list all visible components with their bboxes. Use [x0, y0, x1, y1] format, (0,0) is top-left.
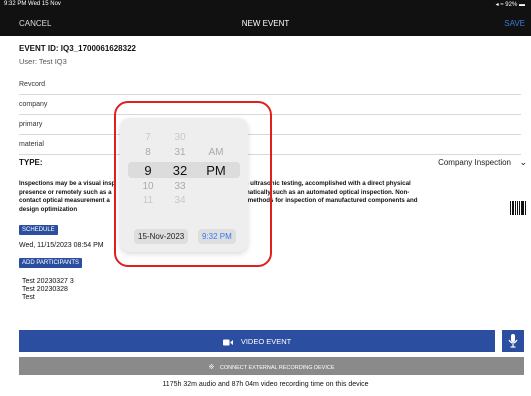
- list-item: Test 20230328: [22, 286, 68, 293]
- bluetooth-icon: ※: [208, 364, 215, 371]
- save-button[interactable]: SAVE: [504, 19, 525, 28]
- add-participants-button[interactable]: ADD PARTICIPANTS: [19, 258, 83, 268]
- type-selector[interactable]: TYPE: Company Inspection ⌄: [19, 153, 529, 173]
- schedule-button[interactable]: SCHEDULE: [19, 225, 58, 235]
- microphone-icon: [508, 334, 518, 348]
- desc-line1: Inspections may be a visual insp: [19, 180, 116, 187]
- desc-line3: contact optical measurement a: [19, 197, 110, 205]
- participants-list: Test 20230327 3 Test 20230328 Test: [22, 278, 74, 302]
- status-bar: 9:32 PM Wed 15 Nov ◂ ≈ 92% ▬: [0, 0, 531, 10]
- user-label: User: Test IQ3: [19, 57, 67, 66]
- microphone-button[interactable]: [502, 330, 524, 352]
- video-camera-icon: [222, 339, 233, 346]
- recording-time-note: 1175h 32m audio and 87h 04m video record…: [162, 381, 369, 388]
- event-id: EVENT ID: IQ3_1700061628322: [19, 44, 136, 53]
- revcord-field[interactable]: Revcord: [19, 75, 521, 95]
- barcode-scan-icon[interactable]: [510, 201, 526, 215]
- desc-line2: presence or remotely such as a: [19, 188, 112, 196]
- status-indicators: ◂ ≈ 92% ▬: [495, 2, 525, 8]
- list-item: Test: [22, 294, 35, 301]
- status-time: 9:32 PM Wed 15 Nov: [4, 1, 61, 7]
- desc-line4: design optimization: [19, 205, 78, 213]
- list-item: Test 20230327 3: [22, 278, 74, 285]
- type-value[interactable]: Company Inspection: [438, 158, 511, 167]
- connect-device-button[interactable]: ※ CONNECT EXTERNAL RECORDING DEVICE: [19, 357, 524, 375]
- video-event-button[interactable]: VIDEO EVENT: [19, 330, 495, 352]
- highlight-outline: [114, 101, 272, 267]
- top-navigation-bar: CANCEL NEW EVENT SAVE: [0, 10, 531, 36]
- chevron-down-icon[interactable]: ⌄: [519, 157, 527, 168]
- connect-device-label: CONNECT EXTERNAL RECORDING DEVICE: [219, 365, 335, 371]
- video-event-label: VIDEO EVENT: [240, 337, 292, 346]
- schedule-date: Wed, 11/15/2023 08:54 PM: [19, 242, 104, 249]
- type-label: TYPE:: [19, 158, 43, 167]
- page-title: NEW EVENT: [241, 19, 290, 28]
